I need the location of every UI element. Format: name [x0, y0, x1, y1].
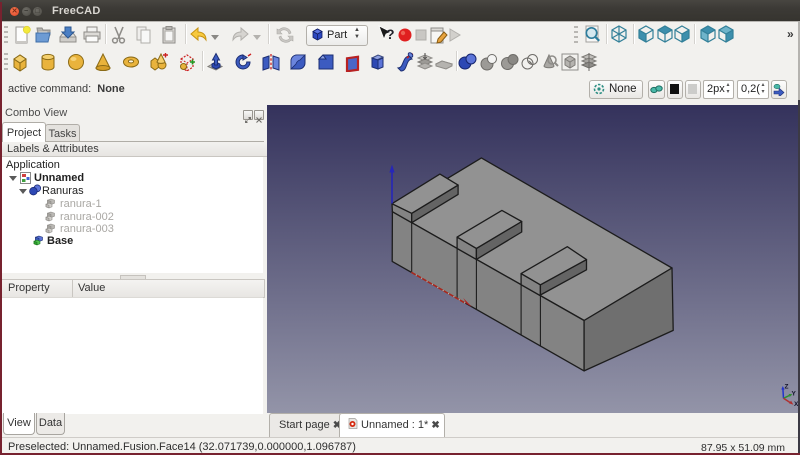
svg-text:Z: Z — [785, 384, 789, 391]
svg-text:Y: Y — [792, 391, 797, 398]
svg-text:?: ? — [386, 26, 395, 42]
